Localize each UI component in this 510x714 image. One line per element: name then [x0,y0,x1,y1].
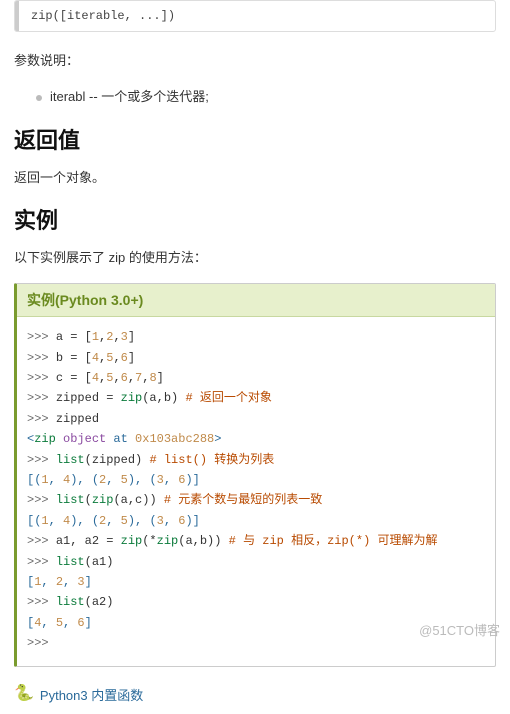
heading-example: 实例 [14,203,496,235]
code-line: <zip object at 0x103abc288> [27,429,485,449]
code-line: >>> zipped [27,409,485,429]
params-list: iterabl -- 一个或多个迭代器; [36,86,496,105]
param-item: iterabl -- 一个或多个迭代器; [36,86,496,105]
code-line: [(1, 4), (2, 5), (3, 6)] [27,511,485,531]
code-line: >>> [27,633,485,653]
code-line: [(1, 4), (2, 5), (3, 6)] [27,470,485,490]
code-line: >>> list(a2) [27,592,485,612]
syntax-box: zip([iterable, ...]) [14,0,496,32]
code-line: >>> list(a1) [27,552,485,572]
example-intro: 以下实例展示了 zip 的使用方法： [14,247,496,269]
code-line: >>> c = [4,5,6,7,8] [27,368,485,388]
example-block: 实例(Python 3.0+) >>> a = [1,2,3]>>> b = [… [14,283,496,666]
code-line: >>> a1, a2 = zip(*zip(a,b)) # 与 zip 相反，z… [27,531,485,551]
example-code: >>> a = [1,2,3]>>> b = [4,5,6]>>> c = [4… [17,317,495,665]
heading-return: 返回值 [14,123,496,155]
params-intro: 参数说明： [14,50,496,72]
python-icon: 🐍 [14,686,34,702]
code-line: >>> zipped = zip(a,b) # 返回一个对象 [27,388,485,408]
syntax-code: zip([iterable, ...]) [15,1,495,31]
code-line: >>> list(zipped) # list() 转换为列表 [27,450,485,470]
code-line: [1, 2, 3] [27,572,485,592]
footer-link-label: Python3 内置函数 [40,685,143,704]
code-line: >>> list(zip(a,c)) # 元素个数与最短的列表一致 [27,490,485,510]
watermark: @51CTO博客 [419,620,500,639]
example-title: 实例(Python 3.0+) [17,284,495,317]
return-desc: 返回一个对象。 [14,167,496,189]
footer-nav-link[interactable]: 🐍 Python3 内置函数 [14,683,496,704]
code-line: [4, 5, 6] [27,613,485,633]
code-line: >>> a = [1,2,3] [27,327,485,347]
code-line: >>> b = [4,5,6] [27,348,485,368]
